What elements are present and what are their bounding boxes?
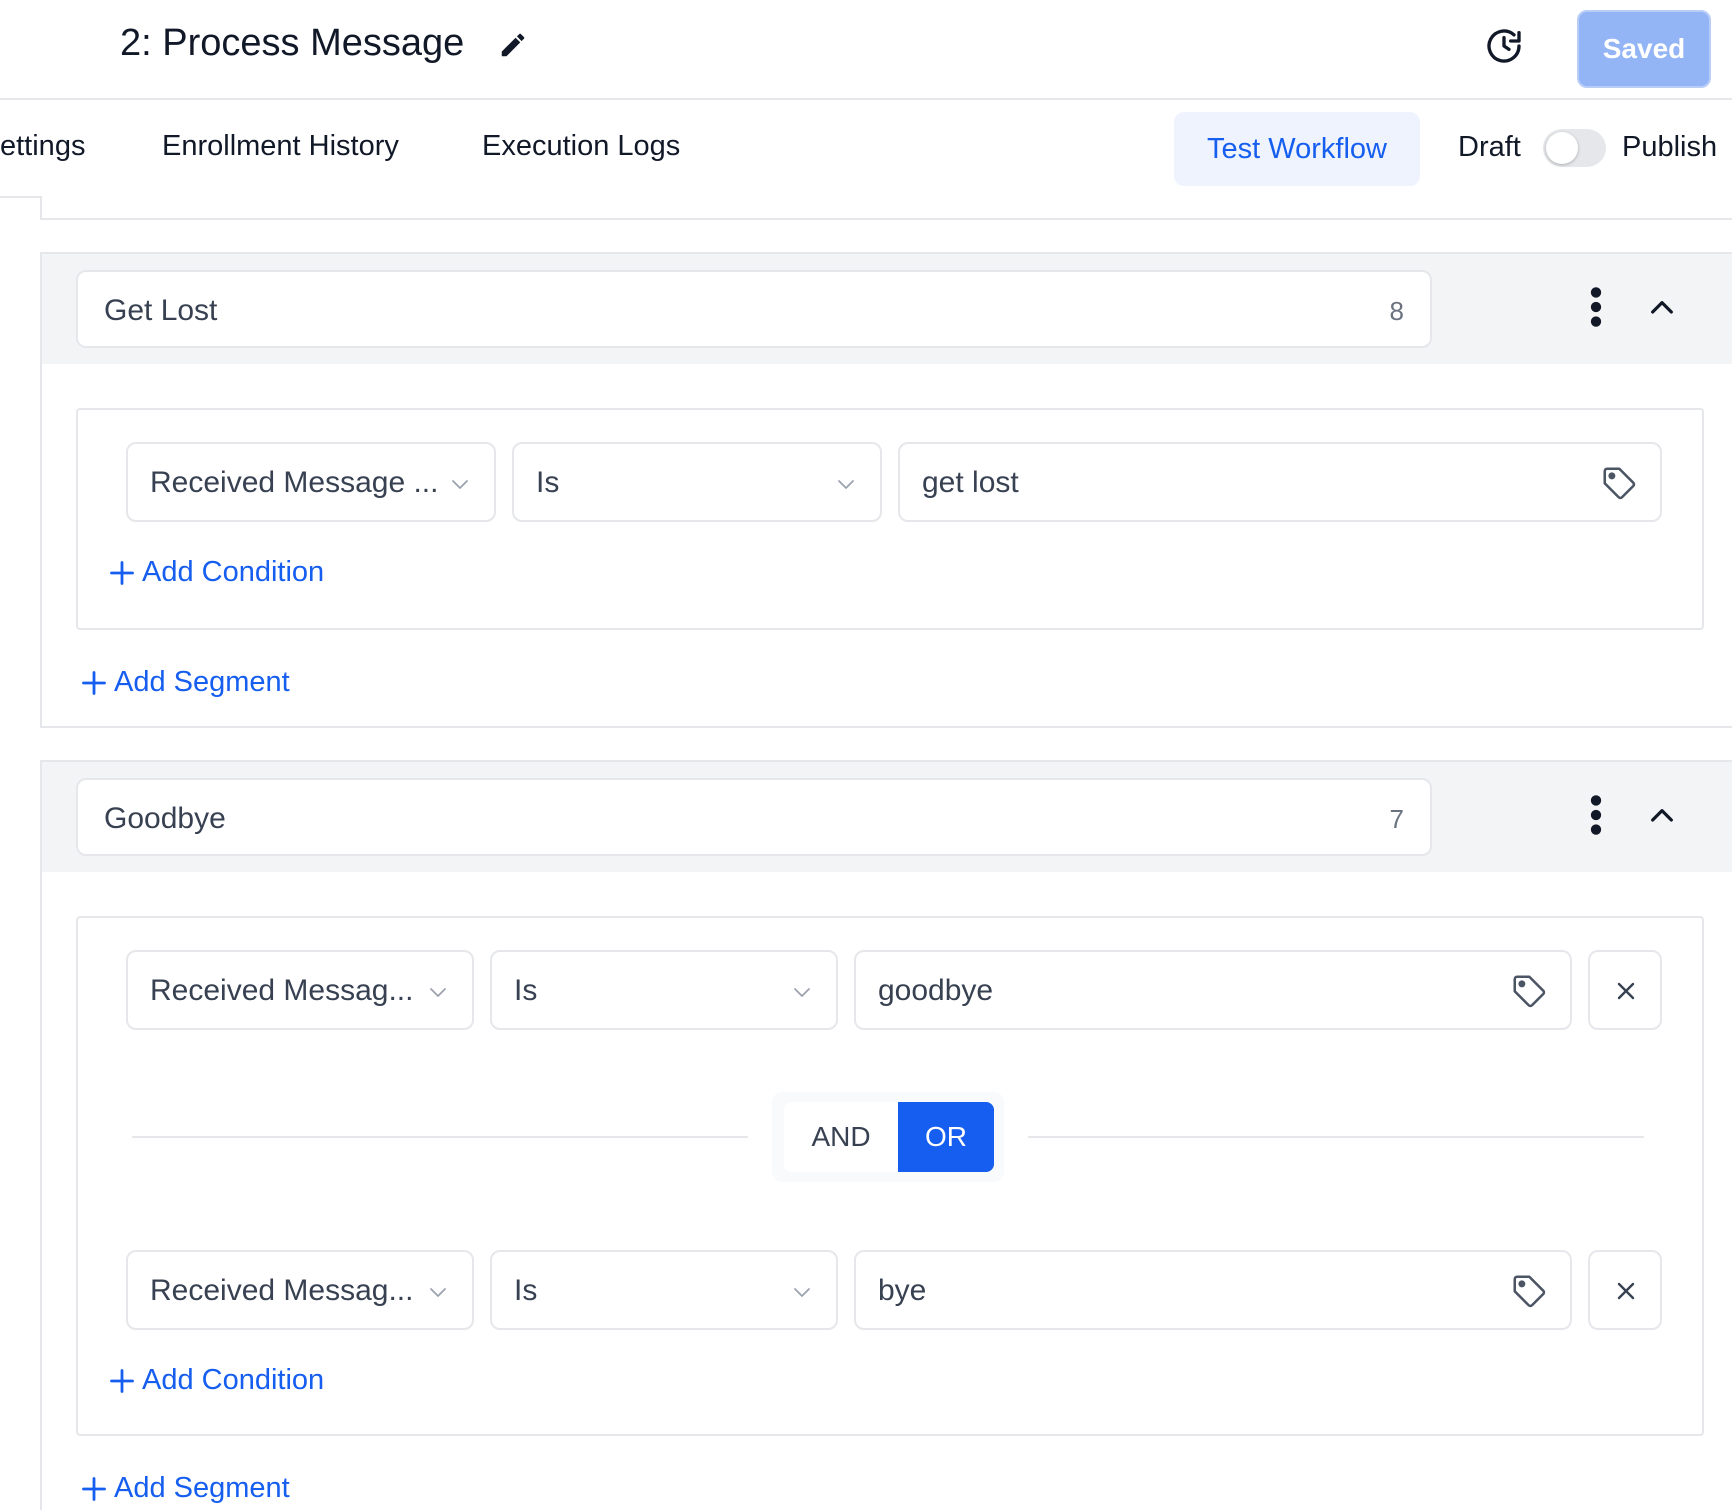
add-condition-label: Add Condition xyxy=(142,1364,325,1396)
chevron-down-icon xyxy=(430,1288,446,1297)
draft-label: Draft xyxy=(1458,131,1521,163)
tab-bar: ettings Enrollment History Execution Log… xyxy=(0,100,1732,198)
kebab-menu-icon[interactable] xyxy=(1588,286,1604,328)
field-select-value: Received Messag... xyxy=(150,974,414,1007)
operator-select[interactable]: Is xyxy=(512,442,882,522)
value-input[interactable]: get lost xyxy=(898,442,1662,522)
chevron-up-icon[interactable] xyxy=(1646,800,1678,832)
chevron-down-icon xyxy=(794,988,810,997)
chevron-down-icon xyxy=(838,480,854,489)
field-select[interactable]: Received Message ... xyxy=(126,442,496,522)
and-button[interactable]: AND xyxy=(784,1102,898,1172)
add-segment-label: Add Segment xyxy=(114,666,290,698)
logic-operator-toggle: AND OR xyxy=(772,1092,1004,1182)
tab-execution-logs[interactable]: Execution Logs xyxy=(482,130,680,163)
operator-select-value: Is xyxy=(514,1274,538,1307)
value-input[interactable]: goodbye xyxy=(854,950,1572,1030)
segment-name: Goodbye xyxy=(104,802,226,835)
operator-select[interactable]: Is xyxy=(490,1250,838,1330)
segment-name-input[interactable]: Goodbye 7 xyxy=(76,778,1432,856)
chevron-down-icon xyxy=(794,1288,810,1297)
publish-toggle[interactable] xyxy=(1543,129,1606,167)
add-segment-button[interactable]: Add Segment xyxy=(80,666,290,699)
field-select[interactable]: Received Messag... xyxy=(126,950,474,1030)
field-select-value: Received Messag... xyxy=(150,1274,414,1307)
workflow-title: 2: Process Message xyxy=(120,22,465,64)
previous-segment-bottom xyxy=(40,196,1732,220)
add-condition-label: Add Condition xyxy=(142,556,325,588)
close-icon xyxy=(1617,982,1635,1000)
field-select-value: Received Message ... xyxy=(150,466,439,499)
tab-enrollment-history[interactable]: Enrollment History xyxy=(162,130,399,163)
add-condition-button[interactable]: Add Condition xyxy=(108,556,324,589)
operator-select-value: Is xyxy=(514,974,538,1007)
plus-icon xyxy=(82,1476,106,1501)
add-segment-button[interactable]: Add Segment xyxy=(80,1472,290,1505)
segment-name-char-count: 8 xyxy=(1389,296,1404,326)
chevron-down-icon xyxy=(452,480,468,489)
operator-select-value: Is xyxy=(536,466,560,499)
value-input-text: bye xyxy=(878,1274,927,1307)
segment-name-input[interactable]: Get Lost 8 xyxy=(76,270,1432,348)
remove-condition-button[interactable] xyxy=(1588,950,1662,1030)
test-workflow-button[interactable]: Test Workflow xyxy=(1174,112,1420,186)
close-icon xyxy=(1617,1282,1635,1300)
top-bar: 2: Process Message Saved xyxy=(0,0,1732,100)
segment-name-char-count: 7 xyxy=(1389,804,1404,834)
add-condition-button[interactable]: Add Condition xyxy=(108,1364,324,1397)
history-icon[interactable] xyxy=(1484,26,1524,66)
publish-label: Publish xyxy=(1622,131,1718,163)
remove-condition-button[interactable] xyxy=(1588,1250,1662,1330)
segment-card: Get Lost 8 Received Message ... Is get l… xyxy=(40,252,1732,728)
value-input-text: goodbye xyxy=(878,974,994,1007)
tab-settings[interactable]: ettings xyxy=(0,130,85,163)
toggle-knob xyxy=(1546,132,1578,164)
edit-icon[interactable] xyxy=(498,30,528,60)
or-button[interactable]: OR xyxy=(898,1102,994,1172)
logic-divider-left xyxy=(132,1136,748,1138)
tag-icon[interactable] xyxy=(1510,972,1548,1010)
value-input-text: get lost xyxy=(922,466,1019,499)
chevron-up-icon[interactable] xyxy=(1646,292,1678,324)
chevron-down-icon xyxy=(430,988,446,997)
kebab-menu-icon[interactable] xyxy=(1588,794,1604,836)
segment-header: Goodbye 7 xyxy=(42,762,1732,872)
segment-name: Get Lost xyxy=(104,294,218,327)
tag-icon[interactable] xyxy=(1600,464,1638,502)
plus-icon xyxy=(110,1368,134,1393)
segment-header: Get Lost 8 xyxy=(42,254,1732,364)
tag-icon[interactable] xyxy=(1510,1272,1548,1310)
plus-icon xyxy=(82,670,106,695)
condition-group: Received Message ... Is get lost Add Con… xyxy=(76,408,1704,630)
saved-button[interactable]: Saved xyxy=(1577,10,1711,88)
add-segment-label: Add Segment xyxy=(114,1472,290,1504)
logic-divider-right xyxy=(1028,1136,1644,1138)
plus-icon xyxy=(110,560,134,585)
operator-select[interactable]: Is xyxy=(490,950,838,1030)
field-select[interactable]: Received Messag... xyxy=(126,1250,474,1330)
value-input[interactable]: bye xyxy=(854,1250,1572,1330)
